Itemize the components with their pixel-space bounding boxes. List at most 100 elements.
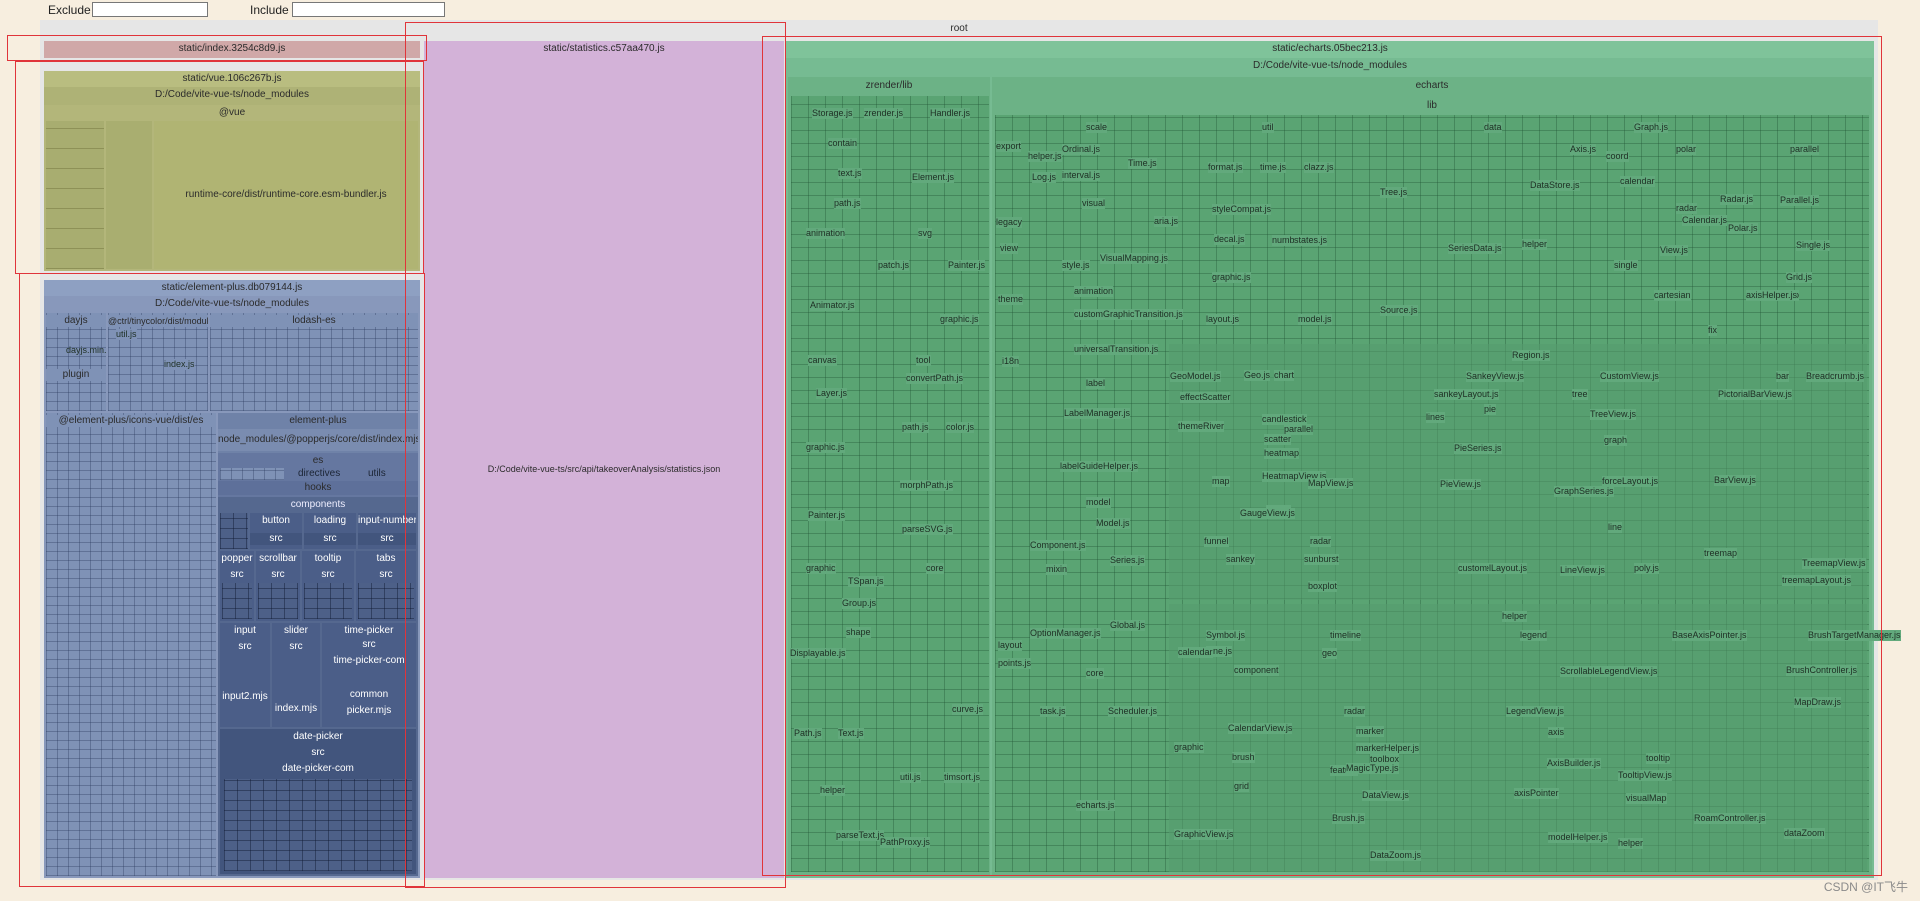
- vue-mid-module[interactable]: [106, 121, 152, 269]
- popper-module[interactable]: node_modules/@popperjs/core/dist/index.m…: [218, 429, 418, 451]
- tinycolor-label: @ctrl/tinycolor/dist/module: [108, 315, 208, 327]
- es-label: es: [312, 455, 324, 466]
- component-folder[interactable]: [1169, 604, 1867, 872]
- root-label: root: [950, 23, 968, 34]
- runtime-core-module[interactable]: runtime-core/dist/runtime-core.esm-bundl…: [154, 121, 418, 269]
- button-src: src: [250, 533, 302, 545]
- directives-label: directives: [298, 468, 341, 479]
- time-picker-com-label: time-picker-com: [333, 655, 405, 666]
- time-picker-label: time-picker: [344, 625, 394, 636]
- popper-comp[interactable]: popper src: [220, 551, 254, 621]
- popper-c-label: popper: [221, 553, 253, 564]
- dayjs-folder[interactable]: dayjs dayjs.min.js plugin: [46, 313, 106, 411]
- include-label: Include: [250, 3, 289, 17]
- index-bundle-label: static/index.3254c8d9.js: [178, 43, 286, 54]
- statistics-bundle[interactable]: static/statistics.c57aa470.js D:/Code/vi…: [424, 41, 784, 878]
- element-plus-folder[interactable]: element-plus node_modules/@popperjs/core…: [218, 413, 418, 876]
- popper-files[interactable]: [222, 583, 252, 619]
- statistics-file-label: D:/Code/vite-vue-ts/src/api/takeoverAnal…: [487, 464, 721, 474]
- loading-comp[interactable]: loading src: [304, 513, 356, 549]
- icons-label: @element-plus/icons-vue/dist/es: [46, 415, 216, 427]
- tabs-src: src: [379, 569, 393, 580]
- button-comp[interactable]: button src: [250, 513, 302, 549]
- date-picker-label: date-picker: [293, 731, 343, 742]
- tooltip-comp[interactable]: tooltip src: [302, 551, 354, 621]
- date-picker-comp[interactable]: date-picker src date-picker-com: [220, 729, 416, 874]
- index-js-label: index.js: [164, 359, 195, 370]
- ep-node-modules[interactable]: D:/Code/vite-vue-ts/node_modules dayjs d…: [44, 296, 420, 878]
- ep-small[interactable]: [220, 468, 284, 480]
- input2-label: input2.mjs: [222, 691, 268, 702]
- filter-bar: Exclude Include: [0, 0, 1920, 20]
- ep-path-label: D:/Code/vite-vue-ts/node_modules: [155, 298, 309, 309]
- common-label: common: [349, 689, 389, 700]
- tabs-files[interactable]: [358, 583, 414, 619]
- scrollbar-files[interactable]: [258, 583, 298, 619]
- tooltip-src: src: [321, 569, 335, 580]
- echarts-bundle-label: static/echarts.05bec213.js: [1272, 43, 1388, 54]
- time-picker-comp[interactable]: time-picker src time-picker-com common p…: [322, 623, 416, 727]
- popper-src: src: [230, 569, 244, 580]
- lodash-label: lodash-es: [210, 315, 418, 327]
- exclude-input[interactable]: [92, 2, 208, 17]
- loading-src: src: [304, 533, 356, 545]
- tabs-comp[interactable]: tabs src: [356, 551, 416, 621]
- include-input[interactable]: [292, 2, 445, 17]
- loading-label: loading: [313, 515, 347, 526]
- date-picker-files[interactable]: [224, 779, 412, 871]
- hooks-label: hooks: [304, 482, 332, 493]
- es-folder[interactable]: es directives utils hooks components but…: [218, 453, 418, 876]
- index-mjs-label: index.mjs: [274, 703, 318, 714]
- scrollbar-comp[interactable]: scrollbar src: [256, 551, 300, 621]
- picker-label: picker.mjs: [346, 705, 392, 716]
- input-number-label: input-number: [358, 515, 416, 526]
- icons-folder[interactable]: @element-plus/icons-vue/dist/es: [46, 413, 216, 876]
- slider-src: src: [289, 641, 303, 652]
- time-picker-src: src: [362, 639, 376, 650]
- zrender-cells[interactable]: [791, 96, 989, 872]
- vue-path-label: D:/Code/vite-vue-ts/node_modules: [155, 89, 309, 100]
- input-src: src: [238, 641, 252, 652]
- lodash-folder[interactable]: lodash-es: [210, 313, 418, 411]
- components-folder[interactable]: components button src loading src input-…: [218, 497, 418, 876]
- vue-small-modules[interactable]: [46, 121, 104, 269]
- hooks-folder[interactable]: hooks: [218, 481, 418, 495]
- vue-bundle-label: static/vue.106c267b.js: [182, 73, 282, 84]
- lib-label: lib: [1426, 100, 1437, 111]
- runtime-core-label: runtime-core/dist/runtime-core.esm-bundl…: [185, 189, 387, 200]
- dayjs-min-label: dayjs.min.js: [66, 345, 106, 355]
- chart-folder[interactable]: [1169, 344, 1867, 600]
- input-number-comp[interactable]: input-number src: [358, 513, 416, 549]
- tinycolor-folder[interactable]: @ctrl/tinycolor/dist/module util.js inde…: [108, 313, 208, 411]
- vue-node-modules[interactable]: D:/Code/vite-vue-ts/node_modules @vue ru…: [44, 87, 420, 271]
- button-label: button: [262, 515, 290, 526]
- echarts-label: echarts: [1415, 80, 1449, 91]
- slider-comp[interactable]: slider src index.mjs: [272, 623, 320, 727]
- echarts-path-label: D:/Code/vite-vue-ts/node_modules: [1253, 60, 1407, 71]
- input-number-src: src: [358, 533, 416, 545]
- exclude-label: Exclude: [48, 3, 91, 17]
- slider-label: slider: [284, 625, 308, 636]
- ep-bundle-label: static/element-plus.db079144.js: [161, 282, 303, 293]
- date-picker-src: src: [311, 747, 325, 758]
- vue-scope[interactable]: @vue runtime-core/dist/runtime-core.esm-…: [44, 105, 420, 271]
- date-picker-com-label: date-picker-com: [282, 763, 354, 774]
- input-comp[interactable]: input src input2.mjs: [220, 623, 270, 727]
- utils-label: utils: [368, 468, 386, 479]
- index-bundle[interactable]: static/index.3254c8d9.js: [44, 41, 420, 58]
- tooltip-label: tooltip: [314, 553, 342, 564]
- comp-misc[interactable]: [220, 513, 248, 549]
- vue-bundle[interactable]: static/vue.106c267b.js D:/Code/vite-vue-…: [44, 71, 420, 271]
- components-label: components: [290, 499, 346, 510]
- scrollbar-src: src: [271, 569, 285, 580]
- tabs-label: tabs: [376, 553, 396, 564]
- popper-label: node_modules/@popperjs/core/dist/index.m…: [218, 434, 418, 445]
- element-plus-bundle[interactable]: static/element-plus.db079144.js D:/Code/…: [44, 280, 420, 878]
- vue-scope-label: @vue: [218, 107, 246, 118]
- watermark: CSDN @IT飞牛: [1823, 880, 1908, 894]
- statistics-bundle-label: static/statistics.c57aa470.js: [543, 43, 665, 54]
- element-plus-label: element-plus: [289, 415, 347, 426]
- tooltip-files[interactable]: [304, 583, 352, 619]
- util-js-label: util.js: [116, 329, 137, 340]
- input-label: input: [234, 625, 256, 636]
